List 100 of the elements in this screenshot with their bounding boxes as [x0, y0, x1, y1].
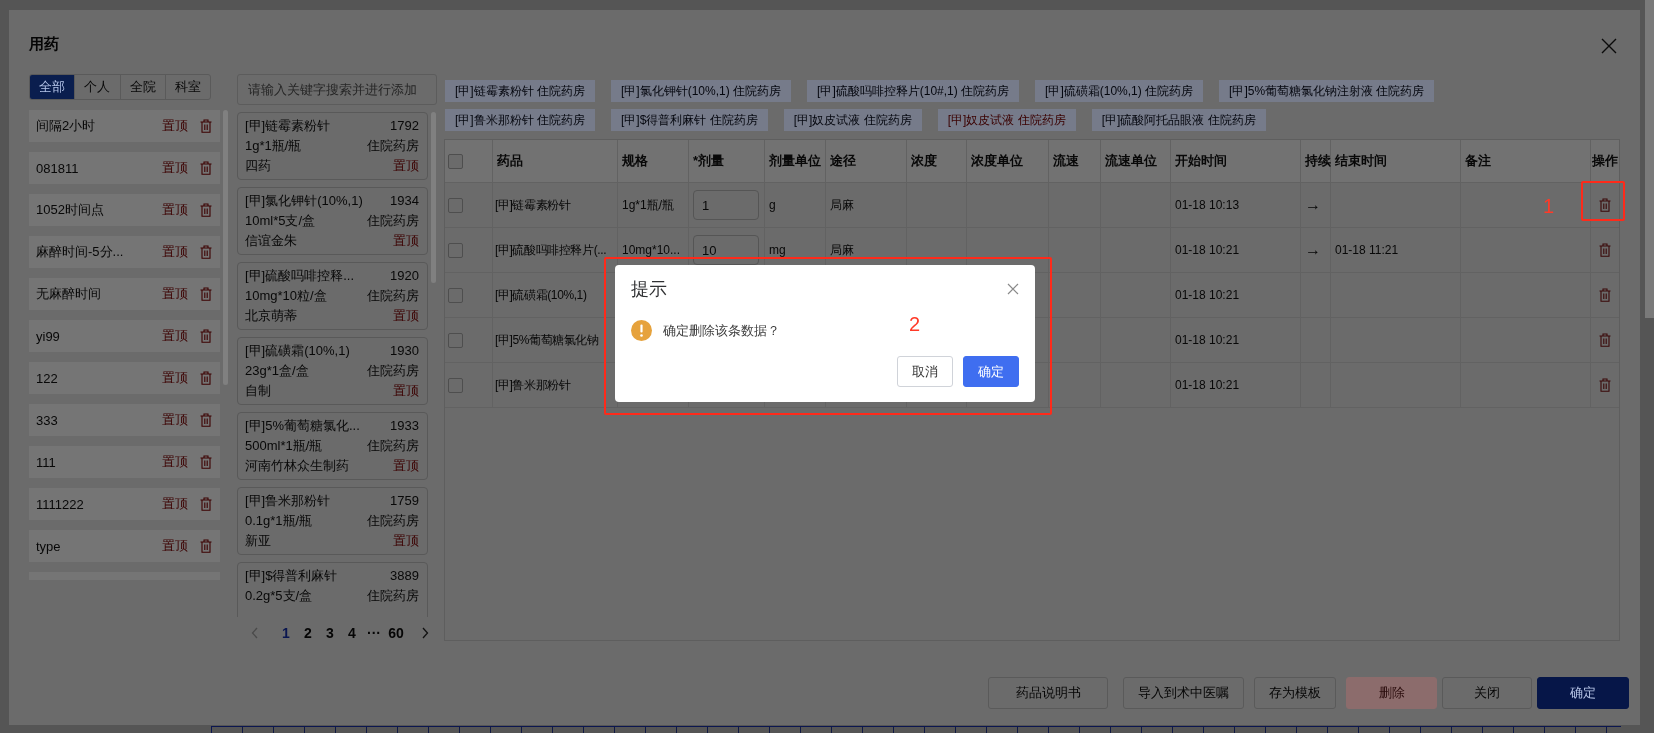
pin-link[interactable]: 置顶: [162, 285, 188, 303]
pin-link[interactable]: 置顶: [162, 537, 188, 555]
template-name: yi99: [36, 328, 61, 344]
template-item[interactable]: 间隔2小时 置顶: [29, 110, 220, 142]
checkbox[interactable]: [448, 197, 463, 213]
pin-link[interactable]: 置顶: [162, 159, 188, 177]
delete-icon[interactable]: [1599, 333, 1611, 347]
pin-link[interactable]: 置顶: [393, 531, 419, 551]
trash-icon[interactable]: [200, 371, 212, 385]
delete-icon[interactable]: [1599, 378, 1611, 392]
trash-icon[interactable]: [200, 119, 212, 133]
checkbox[interactable]: [448, 242, 463, 258]
template-item[interactable]: yi99 置顶: [29, 320, 220, 352]
template-name: 麻醉时间-5分...: [36, 243, 125, 261]
footer-button[interactable]: 导入到术中医嘱: [1123, 677, 1244, 709]
pin-link[interactable]: 置顶: [162, 117, 188, 135]
pin-link[interactable]: 置顶: [393, 381, 419, 401]
manufacturer: 河南竹林众生制药: [245, 457, 349, 475]
checkbox[interactable]: [448, 153, 463, 169]
footer-button[interactable]: 药品说明书: [988, 677, 1108, 709]
delete-icon[interactable]: [1599, 198, 1611, 212]
template-item[interactable]: type 置顶: [29, 530, 220, 562]
pin-link[interactable]: 置顶: [162, 243, 188, 261]
drug-card[interactable]: [甲]硫酸吗啡控释... 1920 10mg*10粒/盒 住院药房 北京萌蒂 置顶: [237, 262, 428, 330]
checkbox[interactable]: [448, 377, 463, 393]
pin-link[interactable]: 置顶: [393, 306, 419, 326]
template-item[interactable]: 1052时间点 置顶: [29, 194, 220, 226]
template-item[interactable]: 麻醉时间-5分... 置顶: [29, 236, 220, 268]
drug-card[interactable]: [甲]5%葡萄糖氯化... 1933 500ml*1瓶/瓶 住院药房 河南竹林众生制药 置顶: [237, 412, 428, 480]
trash-icon[interactable]: [200, 497, 212, 511]
trash-icon[interactable]: [200, 287, 212, 301]
page-number[interactable]: 2: [297, 625, 319, 641]
pin-link[interactable]: 置顶: [393, 156, 419, 176]
template-item[interactable]: 无麻醉时间 置顶: [29, 278, 220, 310]
manufacturer: 信谊金朱: [245, 232, 297, 250]
template-item[interactable]: 081811 置顶: [29, 152, 220, 184]
page-number[interactable]: 3: [319, 625, 341, 641]
pin-link[interactable]: 置顶: [162, 411, 188, 429]
template-item[interactable]: 122 置顶: [29, 362, 220, 394]
pin-link[interactable]: 置顶: [162, 453, 188, 471]
trash-icon[interactable]: [200, 329, 212, 343]
drug-tag[interactable]: [甲]硫酸阿托品眼液 住院药房: [1091, 109, 1266, 131]
page-number[interactable]: 60: [385, 625, 407, 641]
drug-tag[interactable]: [甲]氯化钾针(10%,1) 住院药房: [611, 80, 792, 102]
pin-link[interactable]: 置顶: [162, 327, 188, 345]
drug-tag[interactable]: [甲]硫磺霜(10%,1) 住院药房: [1035, 80, 1204, 102]
footer-button[interactable]: 确定: [1537, 677, 1629, 709]
pin-link[interactable]: 置顶: [162, 201, 188, 219]
close-icon[interactable]: [1007, 283, 1019, 295]
drug-tag[interactable]: [甲]$得普利麻针 住院药房: [611, 109, 768, 131]
trash-icon[interactable]: [200, 245, 212, 259]
checkbox[interactable]: [448, 287, 463, 303]
trash-icon[interactable]: [200, 539, 212, 553]
search-field[interactable]: 请输入关键字搜索并进行添加: [237, 74, 437, 105]
drug-tag[interactable]: [甲]5%葡萄糖氯化钠注射液 住院药房: [1219, 80, 1435, 102]
template-name: 间隔2小时: [36, 117, 97, 135]
drug-tag[interactable]: [甲]奴皮试液 住院药房: [937, 109, 1076, 131]
drug-card[interactable]: [甲]硫磺霜(10%,1) 1930 23g*1盒/盒 住院药房 自制 置顶: [237, 337, 428, 405]
cancel-button[interactable]: 取消: [897, 356, 953, 387]
pharmacy-label: 住院药房: [367, 137, 419, 155]
drug-tag[interactable]: [甲]奴皮试液 住院药房: [783, 109, 922, 131]
pin-link[interactable]: 置顶: [393, 231, 419, 251]
dose-field[interactable]: 1: [693, 190, 759, 220]
drug-tag[interactable]: [甲]硫酸吗啡控释片(10#,1) 住院药房: [807, 80, 1020, 102]
scope-tab[interactable]: 全部: [30, 75, 76, 99]
checkbox[interactable]: [448, 332, 463, 348]
pin-link[interactable]: 置顶: [393, 456, 419, 476]
template-item[interactable]: 1111222 置顶: [29, 488, 220, 520]
template-item[interactable]: 111 置顶: [29, 446, 220, 478]
footer-button[interactable]: 存为模板: [1254, 677, 1336, 709]
close-icon[interactable]: [1601, 38, 1617, 54]
drug-card[interactable]: [甲]鲁米那粉针 1759 0.1g*1瓶/瓶 住院药房 新亚 置顶: [237, 487, 428, 555]
drug-tag[interactable]: [甲]鲁米那粉针 住院药房: [445, 109, 595, 131]
pin-link[interactable]: 置顶: [162, 369, 188, 387]
table-cell: 01-18 10:21: [1175, 288, 1240, 302]
trash-icon[interactable]: [200, 203, 212, 217]
drug-name: [甲]5%葡萄糖氯化...: [245, 417, 360, 435]
page-number[interactable]: 1: [275, 625, 297, 641]
page-number[interactable]: ···: [363, 625, 385, 641]
drug-spec: 0.2g*5支/盒: [245, 587, 313, 605]
trash-icon[interactable]: [200, 161, 212, 175]
drug-card[interactable]: [甲]链霉素粉针 1792 1g*1瓶/瓶 住院药房 四药 置顶: [237, 112, 428, 180]
template-item[interactable]: 333 置顶: [29, 404, 220, 436]
scope-tab[interactable]: 个人: [75, 75, 121, 99]
drug-card[interactable]: [甲]氯化钾针(10%,1) 1934 10ml*5支/盒 住院药房 信谊金朱 置顶: [237, 187, 428, 255]
pin-link[interactable]: 置顶: [162, 495, 188, 513]
drug-card[interactable]: [甲]$得普利麻针 3889 0.2g*5支/盒 住院药房: [237, 562, 428, 617]
scope-tab[interactable]: 全院: [120, 75, 166, 99]
footer-button[interactable]: 关闭: [1442, 677, 1532, 709]
scrollbar[interactable]: [1645, 0, 1654, 318]
delete-icon[interactable]: [1599, 243, 1611, 257]
scope-tab[interactable]: 科室: [165, 75, 210, 99]
delete-icon[interactable]: [1599, 288, 1611, 302]
trash-icon[interactable]: [200, 455, 212, 469]
page-number[interactable]: 4: [341, 625, 363, 641]
trash-icon[interactable]: [200, 413, 212, 427]
drug-tag[interactable]: [甲]链霉素粉针 住院药房: [445, 80, 595, 102]
chevron-left-icon[interactable]: [251, 627, 259, 639]
chevron-right-icon[interactable]: [421, 627, 429, 639]
confirm-button[interactable]: 确定: [963, 356, 1019, 387]
